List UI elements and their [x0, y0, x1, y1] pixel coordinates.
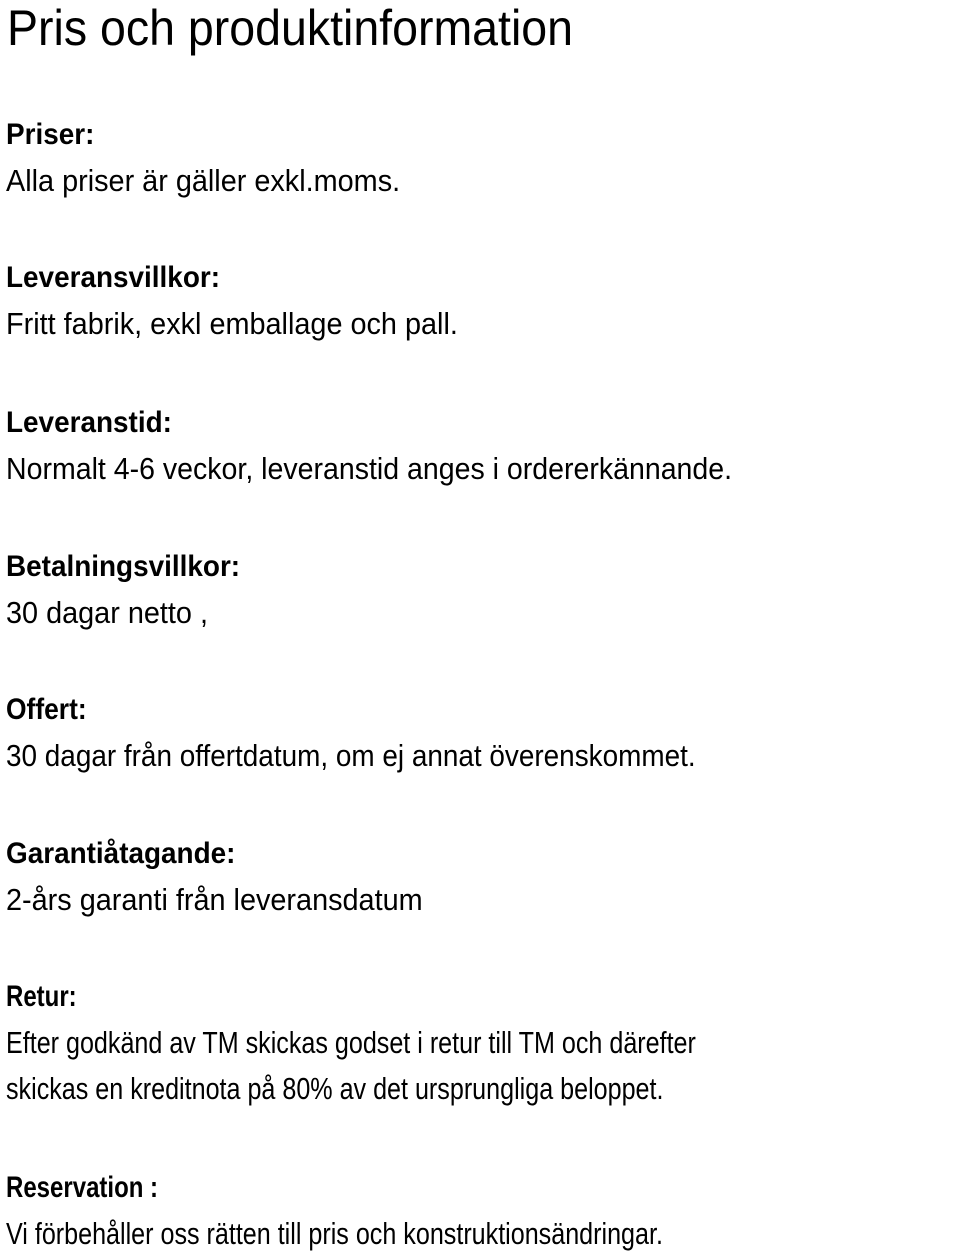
section-leveransvillkor: Leveransvillkor: Fritt fabrik, exkl emba… [6, 255, 492, 347]
section-text: Normalt 4-6 veckor, leveranstid anges i … [6, 451, 733, 486]
section-betalningsvillkor: Betalningsvillkor: 30 dagar netto , [6, 544, 258, 636]
section-text: Efter godkänd av TM skickas godset i ret… [6, 1025, 696, 1060]
section-text: 30 dagar netto , [6, 595, 208, 630]
section-offert: Offert: 30 dagar från offertdatum, om ej… [6, 687, 772, 779]
section-retur: Retur: Efter godkänd av TM skickas godse… [6, 974, 858, 1112]
section-priser: Priser: Alla priser är gäller exkl.moms. [6, 112, 430, 204]
section-text: Alla priser är gäller exkl.moms. [6, 163, 401, 198]
section-heading: Leveransvillkor: [6, 261, 221, 294]
section-heading: Retur: [6, 980, 77, 1013]
section-text: Fritt fabrik, exkl emballage och pall. [6, 306, 458, 341]
section-text: 30 dagar från offertdatum, om ej annat ö… [6, 738, 696, 773]
section-heading: Garantiåtagande: [6, 837, 236, 870]
section-reservation: Reservation : Vi förbehåller oss rätten … [6, 1165, 817, 1257]
section-heading: Offert: [6, 693, 87, 726]
section-leveranstid: Leveranstid: Normalt 4-6 veckor, leveran… [6, 400, 795, 492]
page-title: Pris och produktinformation [7, 0, 574, 56]
section-text: skickas en kreditnota på 80% av det ursp… [6, 1071, 664, 1106]
section-heading: Reservation : [6, 1171, 159, 1204]
section-heading: Leveranstid: [6, 406, 172, 439]
section-text: 2-års garanti från leveransdatum [6, 882, 423, 917]
section-heading: Priser: [6, 118, 95, 151]
section-heading: Betalningsvillkor: [6, 550, 241, 583]
section-garantiatagande: Garantiåtagande: 2-års garanti från leve… [6, 831, 454, 923]
section-text: Vi förbehåller oss rätten till pris och … [6, 1216, 663, 1251]
